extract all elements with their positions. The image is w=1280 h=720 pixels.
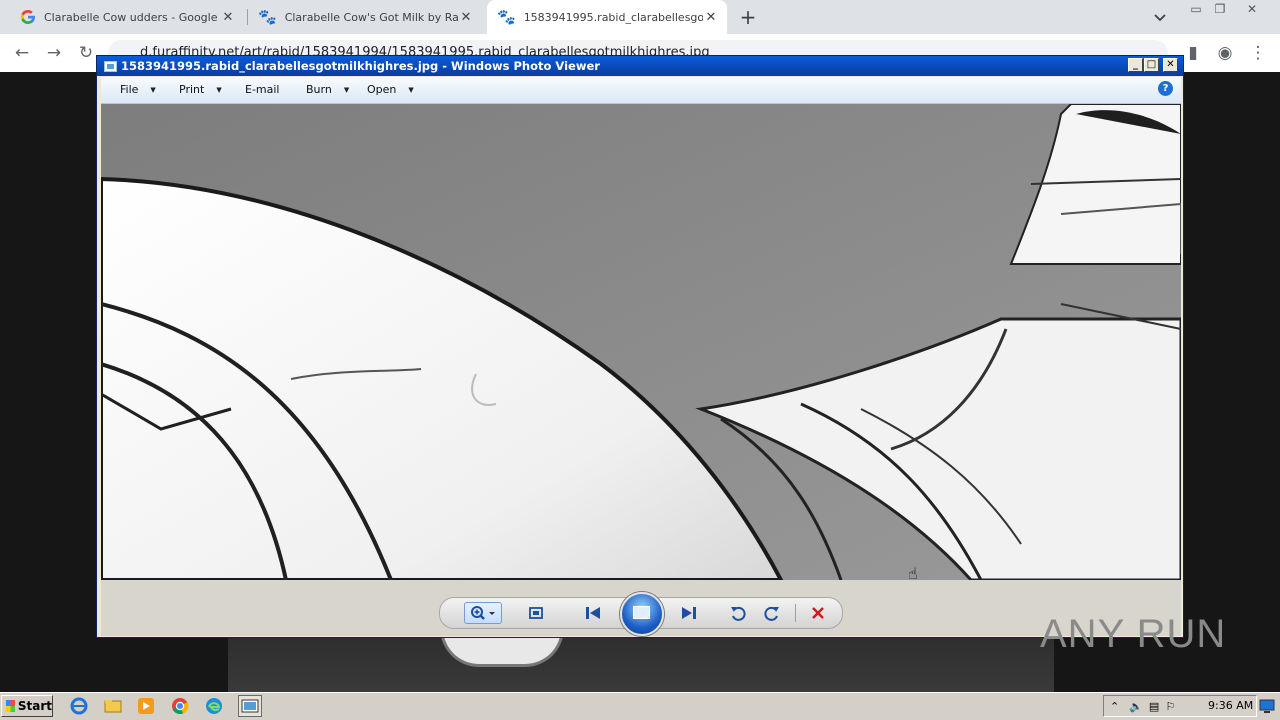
network-icon[interactable]: ▤: [1149, 700, 1159, 713]
start-label: Start: [17, 699, 52, 713]
new-tab-button[interactable]: +: [736, 5, 760, 29]
taskbar-clock[interactable]: 9:36 AM: [1208, 699, 1253, 712]
close-tab-icon[interactable]: ✕: [220, 9, 236, 25]
photo-viewer-icon[interactable]: [238, 695, 262, 717]
minimize-icon[interactable]: ▭: [1184, 0, 1208, 18]
chrome-icon[interactable]: [171, 697, 189, 715]
menu-label: Burn: [306, 83, 332, 96]
photo-viewer-menu-bar: File ▼ Print ▼ E-mail Burn ▼ Open ▼ ?: [101, 77, 1181, 104]
menu-print[interactable]: Print ▼: [179, 83, 222, 96]
photo-content: [101, 104, 1181, 580]
media-player-icon[interactable]: [137, 697, 155, 715]
dropdown-arrow-icon: ▼: [343, 85, 350, 94]
photo-viewer-title-bar[interactable]: 1583941995.rabid_clarabellesgotmilkhighr…: [97, 56, 1183, 76]
menu-label: E-mail: [245, 83, 280, 96]
maximize-button[interactable]: □: [1144, 58, 1159, 72]
paw-icon: 🐾: [497, 8, 516, 26]
browser-tab-strip: Clarabelle Cow udders - Google Sear ✕ 🐾 …: [0, 0, 1280, 34]
next-icon[interactable]: [678, 603, 700, 623]
forward-icon[interactable]: →: [43, 42, 65, 64]
dropdown-arrow-icon: ▼: [408, 85, 414, 94]
photo-viewer-app-icon: [104, 60, 117, 72]
displayed-photo[interactable]: [101, 104, 1181, 580]
slideshow-icon[interactable]: [620, 592, 664, 636]
action-center-flag-icon[interactable]: ⚐: [1165, 700, 1175, 713]
rotate-clockwise-icon[interactable]: [761, 603, 783, 623]
tab-divider: [247, 9, 248, 25]
internet-explorer-icon[interactable]: [70, 697, 88, 715]
side-panel-icon[interactable]: ▮: [1182, 42, 1204, 64]
menu-open[interactable]: Open ▼: [367, 83, 414, 96]
google-icon: [20, 10, 35, 24]
tab-image-file[interactable]: 🐾 1583941995.rabid_clarabellesgotmilk ✕: [487, 0, 727, 34]
file-explorer-icon[interactable]: [104, 697, 122, 715]
watermark-text: ANY RUN: [1040, 612, 1227, 656]
close-window-icon[interactable]: ✕: [1240, 0, 1264, 18]
previous-icon[interactable]: [582, 603, 604, 623]
slideshow-screen: [633, 606, 650, 619]
tab-title: Clarabelle Cow udders - Google Sear: [44, 10, 220, 24]
close-tab-icon[interactable]: ✕: [703, 9, 719, 25]
tab-title: 1583941995.rabid_clarabellesgotmilk: [523, 10, 703, 24]
windows-logo-icon: [6, 700, 15, 712]
tab-title: Clarabelle Cow's Got Milk by Rabid --: [284, 10, 458, 24]
menu-icon[interactable]: ⋮: [1247, 42, 1269, 64]
window-title: 1583941995.rabid_clarabellesgotmilkhighr…: [121, 59, 600, 73]
hand-cursor-icon: ☝: [908, 564, 918, 583]
start-button[interactable]: Start: [1, 695, 53, 717]
reload-icon[interactable]: ↻: [75, 42, 97, 64]
dropdown-arrow-icon: ▼: [150, 85, 156, 94]
menu-burn[interactable]: Burn ▼: [306, 83, 349, 96]
anyrun-watermark: ANY RUN: [1040, 612, 1226, 657]
paw-icon: 🐾: [258, 8, 277, 26]
control-bar: [439, 592, 843, 636]
help-icon[interactable]: ?: [1158, 81, 1173, 96]
actual-size-icon[interactable]: [525, 603, 547, 623]
photo-viewer-controls: [101, 580, 1181, 636]
menu-email[interactable]: E-mail: [245, 83, 280, 96]
edge-icon[interactable]: [205, 697, 223, 715]
delete-icon[interactable]: [807, 603, 829, 623]
volume-icon[interactable]: 🔈: [1129, 700, 1143, 713]
dropdown-arrow-icon: ▼: [216, 85, 222, 94]
tab-rabid-artwork[interactable]: 🐾 Clarabelle Cow's Got Milk by Rabid -- …: [250, 0, 482, 34]
tab-search-chevron-icon[interactable]: [1150, 8, 1170, 26]
profile-icon[interactable]: ◉: [1214, 42, 1236, 64]
show-desktop-icon[interactable]: [1259, 698, 1275, 714]
rotate-counterclockwise-icon[interactable]: [727, 603, 749, 623]
tab-google-search[interactable]: Clarabelle Cow udders - Google Sear ✕: [12, 0, 244, 34]
close-button[interactable]: ✕: [1163, 58, 1178, 72]
restore-icon[interactable]: ❐: [1208, 0, 1232, 18]
back-icon[interactable]: ←: [11, 42, 33, 64]
close-tab-icon[interactable]: ✕: [458, 9, 474, 25]
menu-label: Print: [179, 83, 205, 96]
zoom-icon[interactable]: [464, 602, 502, 624]
control-divider: [795, 604, 796, 622]
menu-file[interactable]: File ▼: [120, 83, 156, 96]
menu-label: File: [120, 83, 139, 96]
photo-viewer-window: 1583941995.rabid_clarabellesgotmilkhighr…: [96, 55, 1184, 638]
menu-label: Open: [367, 83, 397, 96]
show-hidden-icons-icon[interactable]: ⌃: [1110, 700, 1119, 713]
minimize-button[interactable]: _: [1128, 58, 1143, 72]
windows-taskbar: Start ⌃ 🔈 ▤ ⚐: [0, 692, 1280, 720]
